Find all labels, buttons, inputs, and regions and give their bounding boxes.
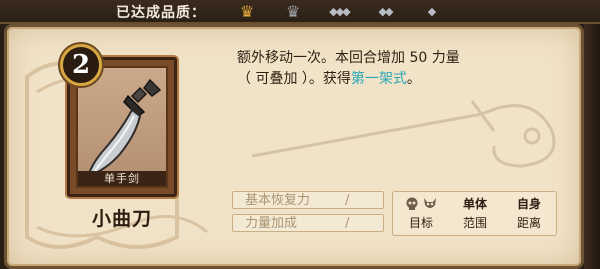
- frame-edge: [584, 24, 600, 269]
- grade-icons: ♛ ♛ ◆◆◆ ◆◆ ◆: [232, 1, 446, 21]
- description-text: 。: [406, 71, 421, 87]
- description-text: （ 可叠加 ）。获得: [237, 71, 351, 87]
- scope-value: 单体: [462, 197, 487, 211]
- diamond-cluster-icon: ◆◆: [378, 4, 394, 18]
- card-type-label: 单手剑: [78, 171, 166, 186]
- quality-label: 已达成品质：: [116, 5, 206, 21]
- diamond-icon: ◆: [427, 4, 436, 18]
- crown-silver-icon: ♛: [285, 1, 301, 21]
- quality-bar: 已达成品质： ♛ ♛ ◆◆◆ ◆◆ ◆: [0, 0, 600, 24]
- range-column: 自身 距离: [503, 194, 555, 232]
- scope-column: 单体 范围: [449, 194, 501, 232]
- range-label: 距离: [516, 216, 541, 230]
- scope-label: 范围: [462, 216, 487, 230]
- stat-label: 基本恢复力: [245, 193, 311, 208]
- demon-skull-icon: [424, 198, 436, 208]
- target-column: 目标: [395, 194, 447, 232]
- card-art-frame: 单手剑: [76, 66, 168, 188]
- stat-value: /: [345, 216, 350, 231]
- rapier-watermark-icon: [251, 100, 556, 168]
- cost-badge: 2: [60, 44, 102, 86]
- range-value: 自身: [516, 197, 541, 211]
- stat-row-strength-bonus: 力量加成 /: [232, 214, 384, 232]
- stat-label: 力量加成: [245, 216, 298, 231]
- target-info-box: 目标 单体 范围 自身 距离: [392, 191, 557, 236]
- skull-icon: [406, 197, 418, 210]
- description-text: 额外移动一次。本回合增加 50 力量: [237, 50, 460, 66]
- stance-keyword-link[interactable]: 第一架式: [351, 71, 407, 87]
- crown-gold-icon: ♛: [239, 1, 255, 21]
- curved-sword-icon: [86, 78, 162, 178]
- stat-value: /: [345, 193, 350, 208]
- target-label: 目标: [408, 216, 433, 230]
- stat-row-recovery: 基本恢复力 /: [232, 191, 384, 209]
- skill-description: 额外移动一次。本回合增加 50 力量 （ 可叠加 ）。获得第一架式。: [237, 48, 537, 90]
- diamond-cluster-icon: ◆◆◆: [329, 4, 350, 18]
- card-name: 小曲刀: [91, 208, 152, 230]
